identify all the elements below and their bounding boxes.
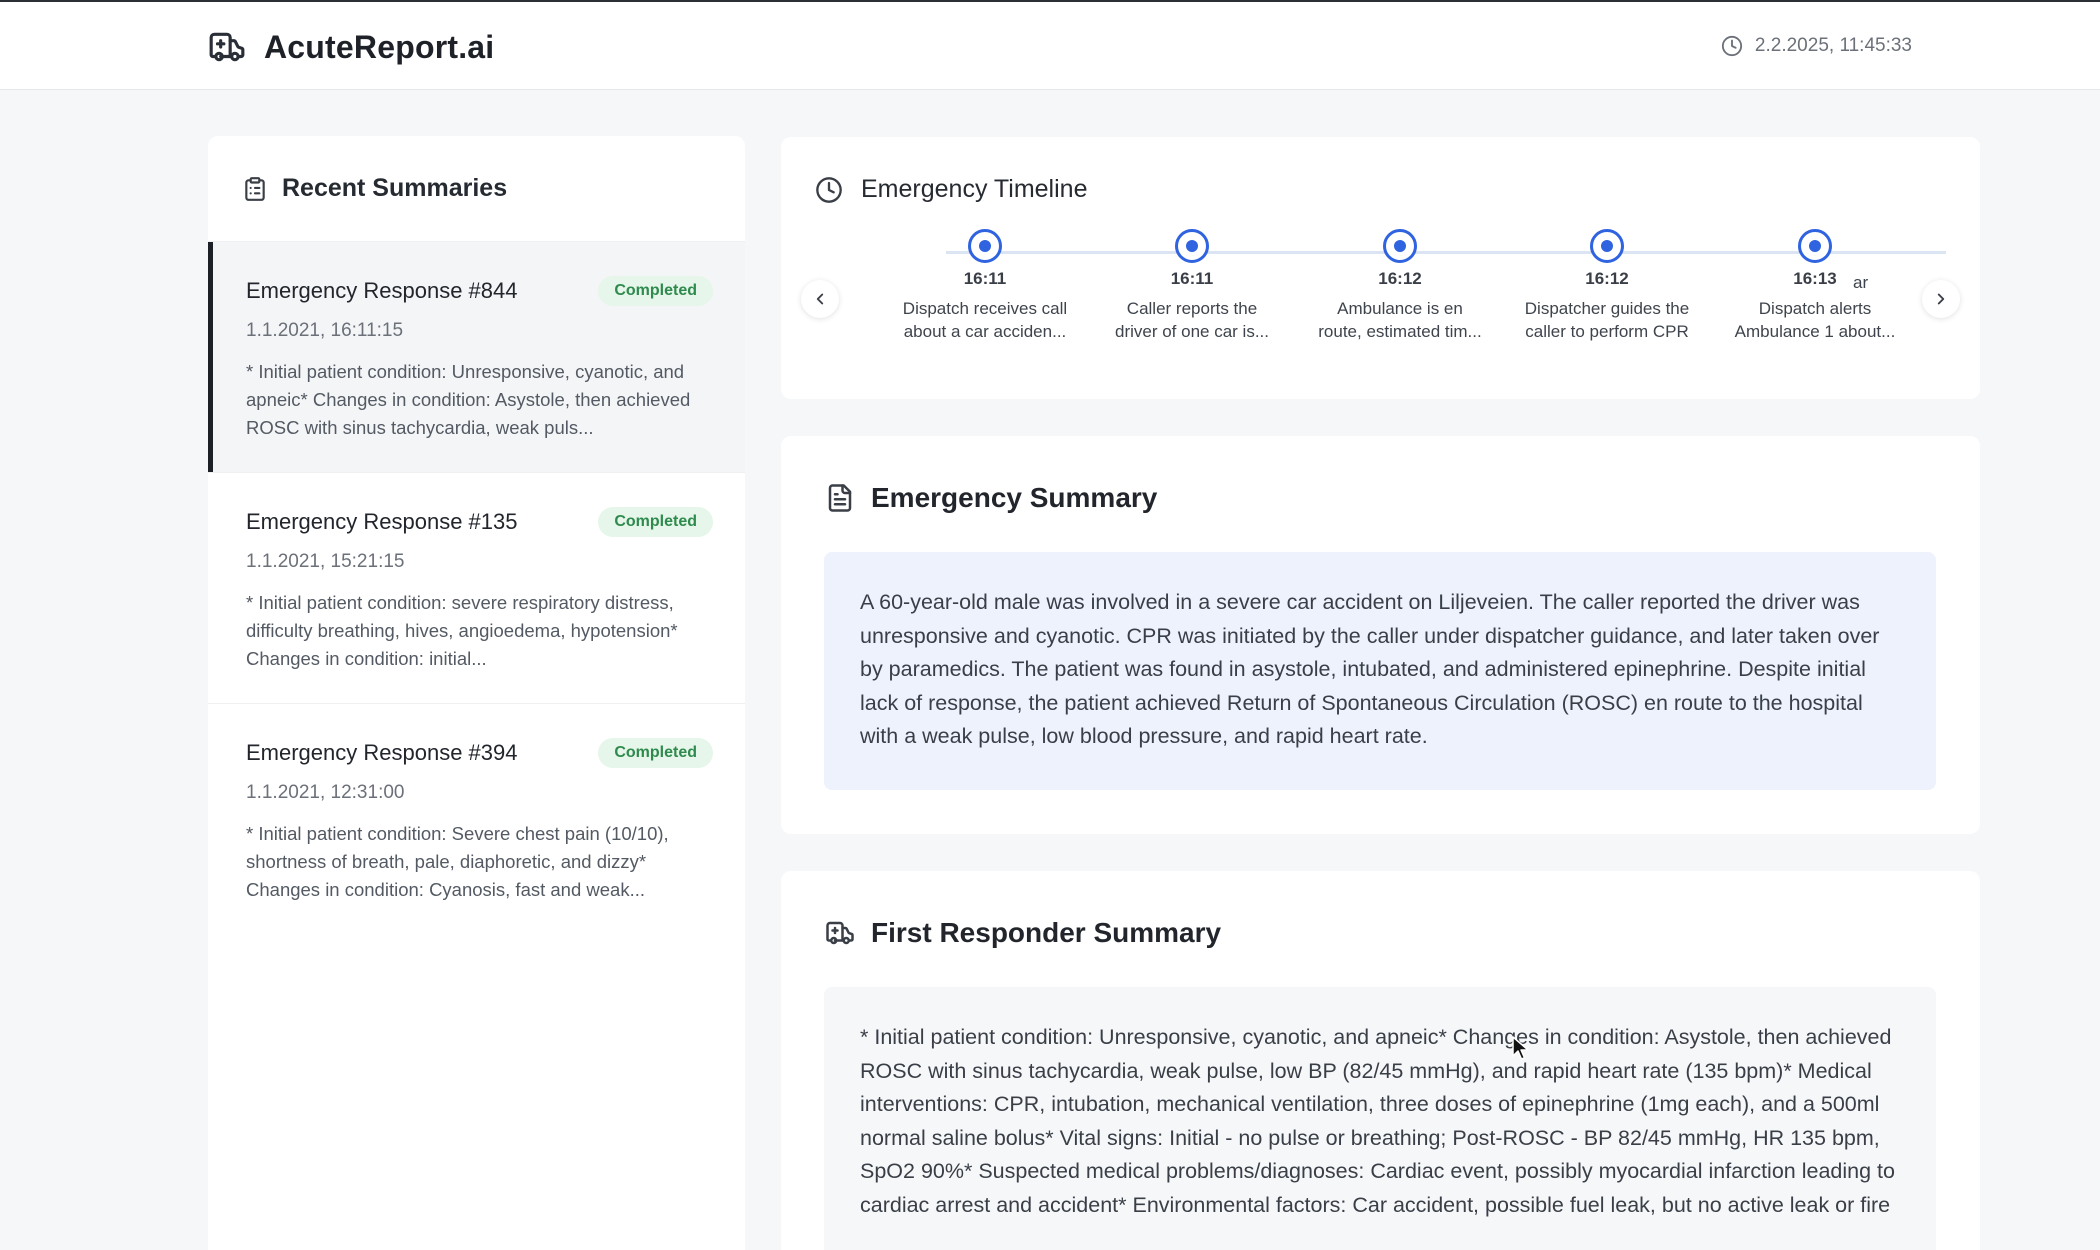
- recent-summaries-title: Recent Summaries: [282, 174, 508, 202]
- emergency-summary-header: Emergency Summary: [825, 482, 1157, 514]
- timeline-event-line: about a car acciden...: [903, 322, 1067, 341]
- timeline-title: Emergency Timeline: [861, 175, 1088, 203]
- summary-item-title: Emergency Response #394: [246, 740, 518, 765]
- clock-icon: [1721, 35, 1743, 57]
- timeline-dot: [1383, 229, 1417, 263]
- app-title: AcuteReport.ai: [264, 28, 495, 65]
- timeline-event-line: Dispatch alerts: [1758, 299, 1872, 318]
- timeline-event-line: driver of one car is...: [1114, 322, 1269, 341]
- ambulance-icon: [826, 921, 854, 945]
- timeline-event[interactable]: 16:11 Caller reports the driver of one c…: [1097, 229, 1287, 343]
- clock-icon: [816, 176, 842, 203]
- summary-item-title: Emergency Response #135: [246, 509, 518, 534]
- ambulance-icon: [209, 32, 245, 62]
- emergency-timeline-card: Emergency Timeline 16:11 Dispatch receiv…: [781, 137, 1980, 399]
- current-datetime: 2.2.2025, 11:45:33: [1721, 35, 1912, 57]
- timeline-next-button[interactable]: [1922, 280, 1960, 318]
- app-header: AcuteReport.ai 2.2.2025, 11:45:33: [0, 2, 2100, 90]
- datetime-text: 2.2.2025, 11:45:33: [1754, 35, 1912, 56]
- status-badge: Completed: [598, 738, 713, 768]
- mouse-cursor-icon: [1512, 1036, 1529, 1060]
- summary-item-title: Emergency Response #844: [246, 278, 518, 303]
- timeline-event[interactable]: 16:12 Ambulance is en route, estimated t…: [1305, 229, 1495, 343]
- timeline-event-time: 16:12: [1585, 269, 1629, 288]
- emergency-summary-text: A 60-year-old male was involved in a sev…: [824, 552, 1936, 790]
- timeline-event-description: Dispatch alerts Ambulance 1 about...: [1720, 297, 1910, 343]
- summary-item-date: 1.1.2021, 12:31:00: [246, 782, 405, 803]
- timeline-event-description: Dispatcher guides the caller to perform …: [1512, 297, 1702, 343]
- summary-list-item[interactable]: Emergency Response #394 Completed 1.1.20…: [208, 704, 745, 935]
- timeline-event-time: 16:12: [1378, 269, 1422, 288]
- summary-list-item[interactable]: Emergency Response #135 Completed 1.1.20…: [208, 473, 745, 704]
- chevron-right-icon: [1937, 293, 1945, 305]
- timeline-events: 16:11 Dispatch receives call about a car…: [841, 229, 1919, 349]
- recent-summaries-panel: Recent Summaries Emergency Response #844…: [208, 136, 745, 1250]
- timeline-dot: [1590, 229, 1624, 263]
- timeline-event-line: ar: [1853, 273, 1869, 292]
- timeline-event-line: Caller reports the: [1126, 299, 1258, 318]
- timeline-event-partial[interactable]: ar: [1853, 229, 1919, 294]
- summary-item-preview: * Initial patient condition: Severe ches…: [246, 823, 669, 900]
- timeline-prev-button[interactable]: [801, 280, 839, 318]
- timeline-dot: [1175, 229, 1209, 263]
- timeline-event-time: 16:11: [1170, 269, 1214, 288]
- emergency-summary-title: Emergency Summary: [871, 482, 1158, 513]
- timeline-event[interactable]: 16:11 Dispatch receives call about a car…: [890, 229, 1080, 343]
- summary-item-preview: * Initial patient condition: Unresponsiv…: [246, 361, 691, 438]
- first-responder-text: * Initial patient condition: Unresponsiv…: [824, 987, 1936, 1250]
- summary-item-preview: * Initial patient condition: severe resp…: [246, 592, 678, 669]
- document-icon: [828, 484, 852, 512]
- timeline-header: Emergency Timeline: [815, 175, 1087, 204]
- summary-item-date: 1.1.2021, 15:21:15: [246, 551, 405, 572]
- clipboard-icon: [245, 176, 265, 201]
- first-responder-title: First Responder Summary: [871, 917, 1222, 948]
- chevron-left-icon: [816, 293, 824, 305]
- timeline-event[interactable]: 16:12 Dispatcher guides the caller to pe…: [1512, 229, 1702, 343]
- first-responder-header: First Responder Summary: [825, 917, 1221, 949]
- timeline-dot: [968, 229, 1002, 263]
- timeline-event-line: Ambulance 1 about...: [1734, 322, 1896, 341]
- timeline-event-line: Dispatcher guides the: [1524, 299, 1690, 318]
- emergency-summary-card: Emergency Summary A 60-year-old male was…: [781, 436, 1980, 834]
- timeline-event-line: caller to perform CPR: [1525, 322, 1689, 341]
- timeline-event-description: ar: [1853, 271, 1919, 294]
- brand[interactable]: AcuteReport.ai: [208, 28, 494, 66]
- timeline-event-description: Ambulance is en route, estimated tim...: [1305, 297, 1495, 343]
- timeline-event-line: Ambulance is en: [1337, 299, 1463, 318]
- status-badge: Completed: [598, 276, 713, 306]
- timeline-dot: [1798, 229, 1832, 263]
- timeline-event-line: route, estimated tim...: [1318, 322, 1482, 341]
- recent-summaries-header: Recent Summaries: [208, 136, 745, 242]
- timeline-event-description: Caller reports the driver of one car is.…: [1097, 297, 1287, 343]
- timeline-event-description: Dispatch receives call about a car accid…: [890, 297, 1080, 343]
- status-badge: Completed: [598, 507, 713, 537]
- first-responder-summary-card: First Responder Summary * Initial patien…: [781, 871, 1980, 1250]
- summary-item-date: 1.1.2021, 16:11:15: [246, 320, 404, 341]
- timeline-event-line: Dispatch receives call: [902, 299, 1068, 318]
- timeline-event-time: 16:11: [963, 269, 1007, 288]
- summary-list-item[interactable]: Emergency Response #844 Completed 1.1.20…: [208, 242, 745, 473]
